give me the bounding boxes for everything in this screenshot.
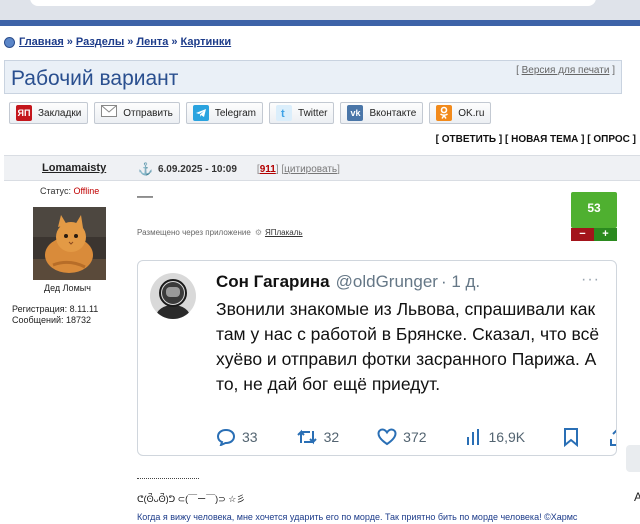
bookmarks-label: Закладки xyxy=(38,107,82,119)
tweet-header: Сон Гагарина @oldGrunger · 1 д. xyxy=(216,272,480,292)
rating-controls: − + xyxy=(571,228,617,241)
message-count: Сообщений: 18732 xyxy=(12,315,92,325)
user-status: Статус: Offline xyxy=(40,186,99,196)
mail-icon xyxy=(101,105,118,121)
ok-label: OK.ru xyxy=(458,107,485,119)
registration-date: Регистрация: 8.11.11 xyxy=(12,304,99,314)
share-icon xyxy=(610,429,616,446)
tweet-bookmark xyxy=(563,427,585,447)
post-number-link[interactable]: 911 xyxy=(260,164,276,175)
twitter-button[interactable]: t Twitter xyxy=(269,102,335,124)
post-author[interactable]: Lomamaisty xyxy=(42,162,106,174)
topic-actions: [ ОТВЕТИТЬ ] [ НОВАЯ ТЕМА ] [ ОПРОС ] xyxy=(435,134,636,145)
breadcrumb-home[interactable]: Главная xyxy=(19,36,64,48)
print-version: [ Версия для печати ] xyxy=(516,65,615,76)
signature-separator xyxy=(137,478,199,479)
telegram-label: Telegram xyxy=(214,107,257,119)
svg-text:t: t xyxy=(281,108,285,120)
topic-title-box: Рабочий вариант [ Версия для печати ] xyxy=(4,60,622,94)
site-header-strip xyxy=(0,20,640,26)
status-value: Offline xyxy=(73,186,100,196)
tweet-time: · 1 д. xyxy=(440,272,481,291)
home-bullet-icon xyxy=(4,36,15,48)
rate-down-button[interactable]: − xyxy=(571,228,594,241)
breadcrumb-feed[interactable]: Лента xyxy=(136,36,168,48)
app-link[interactable]: ЯПлакаль xyxy=(265,228,303,237)
ok-button[interactable]: OK.ru xyxy=(429,102,492,124)
tweet-likes: 372 xyxy=(377,428,427,446)
posted-via: Размещено через приложение ⚙ ЯПлакаль xyxy=(137,228,303,237)
user-avatar[interactable] xyxy=(33,207,106,280)
more-icon: ··· xyxy=(581,271,600,288)
tweet-views: 16,9K xyxy=(465,428,526,446)
post-meta: ⚓ 6.09.2025 - 10:09 [ 911 ] [ цитировать… xyxy=(138,162,340,176)
tweet-avatar xyxy=(150,273,196,319)
views-icon xyxy=(466,429,479,445)
tweet-author-name: Сон Гагарина xyxy=(216,272,330,291)
vk-label: Вконтакте xyxy=(369,107,417,119)
send-label: Отправить xyxy=(123,107,173,119)
share-toolbar: ЯП Закладки Отправить Telegram t Twitter… xyxy=(9,102,492,124)
breadcrumb-separator: » xyxy=(66,36,73,48)
vk-icon: vk xyxy=(347,105,364,121)
breadcrumb-separator: » xyxy=(171,36,178,48)
tweet-screenshot: Сон Гагарина @oldGrunger · 1 д. ··· Звон… xyxy=(137,260,617,456)
telegram-icon xyxy=(192,105,209,121)
views-count: 16,9K xyxy=(488,429,526,445)
rate-up-button[interactable]: + xyxy=(594,228,617,241)
post-rating: 53 − + xyxy=(571,192,617,241)
heart-icon xyxy=(377,428,397,446)
avatar-caption: Дед Ломыч xyxy=(44,283,91,293)
breadcrumb-separator: » xyxy=(127,36,134,48)
anchor-icon[interactable]: ⚓ xyxy=(138,162,153,176)
signature-quote: Когда я вижу человека, мне хочется удари… xyxy=(137,512,578,522)
user-stats: Регистрация: 8.11.11 Сообщений: 18732 xyxy=(12,304,98,326)
tweet-actions: 33 32 372 16,9K xyxy=(216,427,616,447)
tweet-share xyxy=(609,427,616,447)
side-panel-edge xyxy=(626,445,640,472)
vk-button[interactable]: vk Вконтакте xyxy=(340,102,424,124)
status-label: Статус: xyxy=(40,186,71,196)
new-topic-link[interactable]: НОВАЯ ТЕМА xyxy=(511,134,578,145)
twitter-label: Twitter xyxy=(298,107,328,119)
yaplakal-icon: ЯП xyxy=(16,105,32,121)
post-datetime: 6.09.2025 - 10:09 xyxy=(157,163,237,175)
posted-via-label: Размещено через приложение xyxy=(137,228,251,237)
telegram-button[interactable]: Telegram xyxy=(185,102,264,124)
breadcrumb-pictures[interactable]: Картинки xyxy=(181,36,232,48)
replies-count: 33 xyxy=(242,429,258,445)
tweet-retweets: 32 xyxy=(296,428,340,446)
tweet-replies: 33 xyxy=(216,428,258,446)
signature-emoticon: ᕦ(ʘ̚ᴗʘ̚)ᕤ ⊂(￣ー￣)⊃ ☆彡 xyxy=(137,494,246,504)
post-header-bar: Lomamaisty ⚓ 6.09.2025 - 10:09 [ 911 ] [… xyxy=(4,155,640,181)
likes-count: 372 xyxy=(403,429,427,445)
poll-link[interactable]: ОПРОС xyxy=(593,134,630,145)
twitter-icon: t xyxy=(276,105,293,121)
post-body-text: — xyxy=(137,188,153,205)
breadcrumb-sections[interactable]: Разделы xyxy=(76,36,124,48)
tweet-handle: @oldGrunger xyxy=(335,272,438,291)
reply-link[interactable]: ОТВЕТИТЬ xyxy=(442,134,496,145)
gear-icon: ⚙ xyxy=(254,228,262,237)
retweet-icon xyxy=(296,429,317,445)
send-button[interactable]: Отправить xyxy=(94,102,180,124)
address-bar[interactable] xyxy=(30,0,596,6)
bookmark-icon xyxy=(564,428,579,447)
print-version-link[interactable]: Версия для печати xyxy=(522,65,610,76)
browser-top-bar xyxy=(0,0,640,26)
page-title: Рабочий вариант xyxy=(11,67,179,90)
bookmarks-button[interactable]: ЯП Закладки xyxy=(9,102,89,124)
quote-link[interactable]: цитировать xyxy=(284,164,337,175)
retweets-count: 32 xyxy=(323,429,340,445)
rating-score: 53 xyxy=(571,192,617,228)
ok-icon xyxy=(436,105,453,121)
reply-icon xyxy=(216,428,236,446)
side-panel-letter: А xyxy=(634,490,640,504)
breadcrumb: Главная » Разделы » Лента » Картинки xyxy=(4,36,231,48)
tweet-text: Звонили знакомые из Львова, спрашивали к… xyxy=(216,299,600,394)
